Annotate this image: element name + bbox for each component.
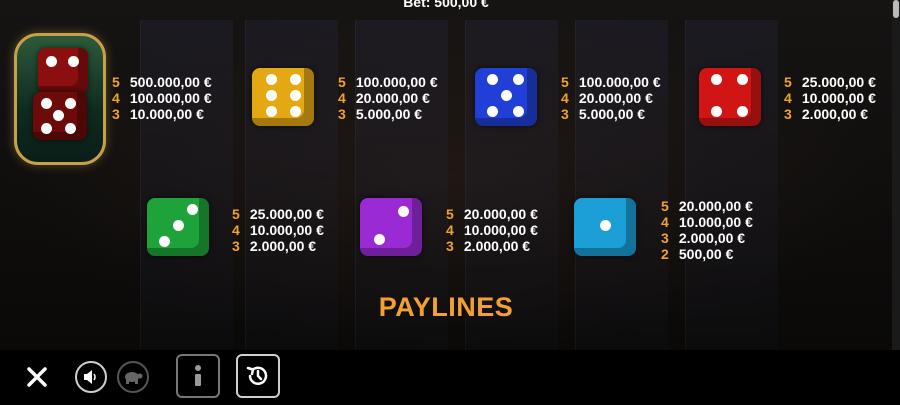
info-button[interactable] (176, 354, 220, 398)
cyan-die-icon (574, 198, 636, 256)
bet-label: Bet: 500,00 € (403, 0, 489, 10)
red-die-icon (699, 68, 761, 126)
blue-die-icon (475, 68, 537, 126)
history-icon (246, 366, 268, 385)
wild-die-bottom (33, 92, 87, 140)
red-payouts: 5 25.000,00 € 4 10.000,00 € 3 2.000,00 € (784, 74, 876, 122)
wild-die-top (38, 48, 88, 94)
purple-payouts: 5 20.000,00 € 4 10.000,00 € 3 2.000,00 € (446, 206, 538, 254)
turtle-icon (125, 372, 143, 384)
bottom-toolbar (0, 350, 900, 405)
scrollbar[interactable] (892, 0, 900, 350)
cyan-payouts: 5 20.000,00 € 4 10.000,00 € 3 2.000,00 €… (661, 198, 753, 262)
yellow-die-icon (252, 68, 314, 126)
green-die-icon (147, 198, 209, 256)
purple-die-icon (360, 198, 422, 256)
close-button[interactable] (22, 362, 52, 392)
yellow-payouts: 5 100.000,00 € 4 20.000,00 € 3 5.000,00 … (338, 74, 438, 122)
wild-payouts: 5 500.000,00 € 4 100.000,00 € 3 10.000,0… (112, 74, 212, 122)
blue-payouts: 5 100.000,00 € 4 20.000,00 € 3 5.000,00 … (561, 74, 661, 122)
sound-button[interactable] (75, 361, 107, 393)
speaker-icon (84, 370, 96, 384)
paylines-heading: PAYLINES (378, 292, 514, 322)
scrollbar-thumb[interactable] (893, 0, 899, 18)
history-button[interactable] (236, 354, 280, 398)
close-icon (27, 367, 47, 387)
info-icon (195, 365, 201, 386)
turbo-button[interactable] (117, 361, 149, 393)
green-payouts: 5 25.000,00 € 4 10.000,00 € 3 2.000,00 € (232, 206, 324, 254)
